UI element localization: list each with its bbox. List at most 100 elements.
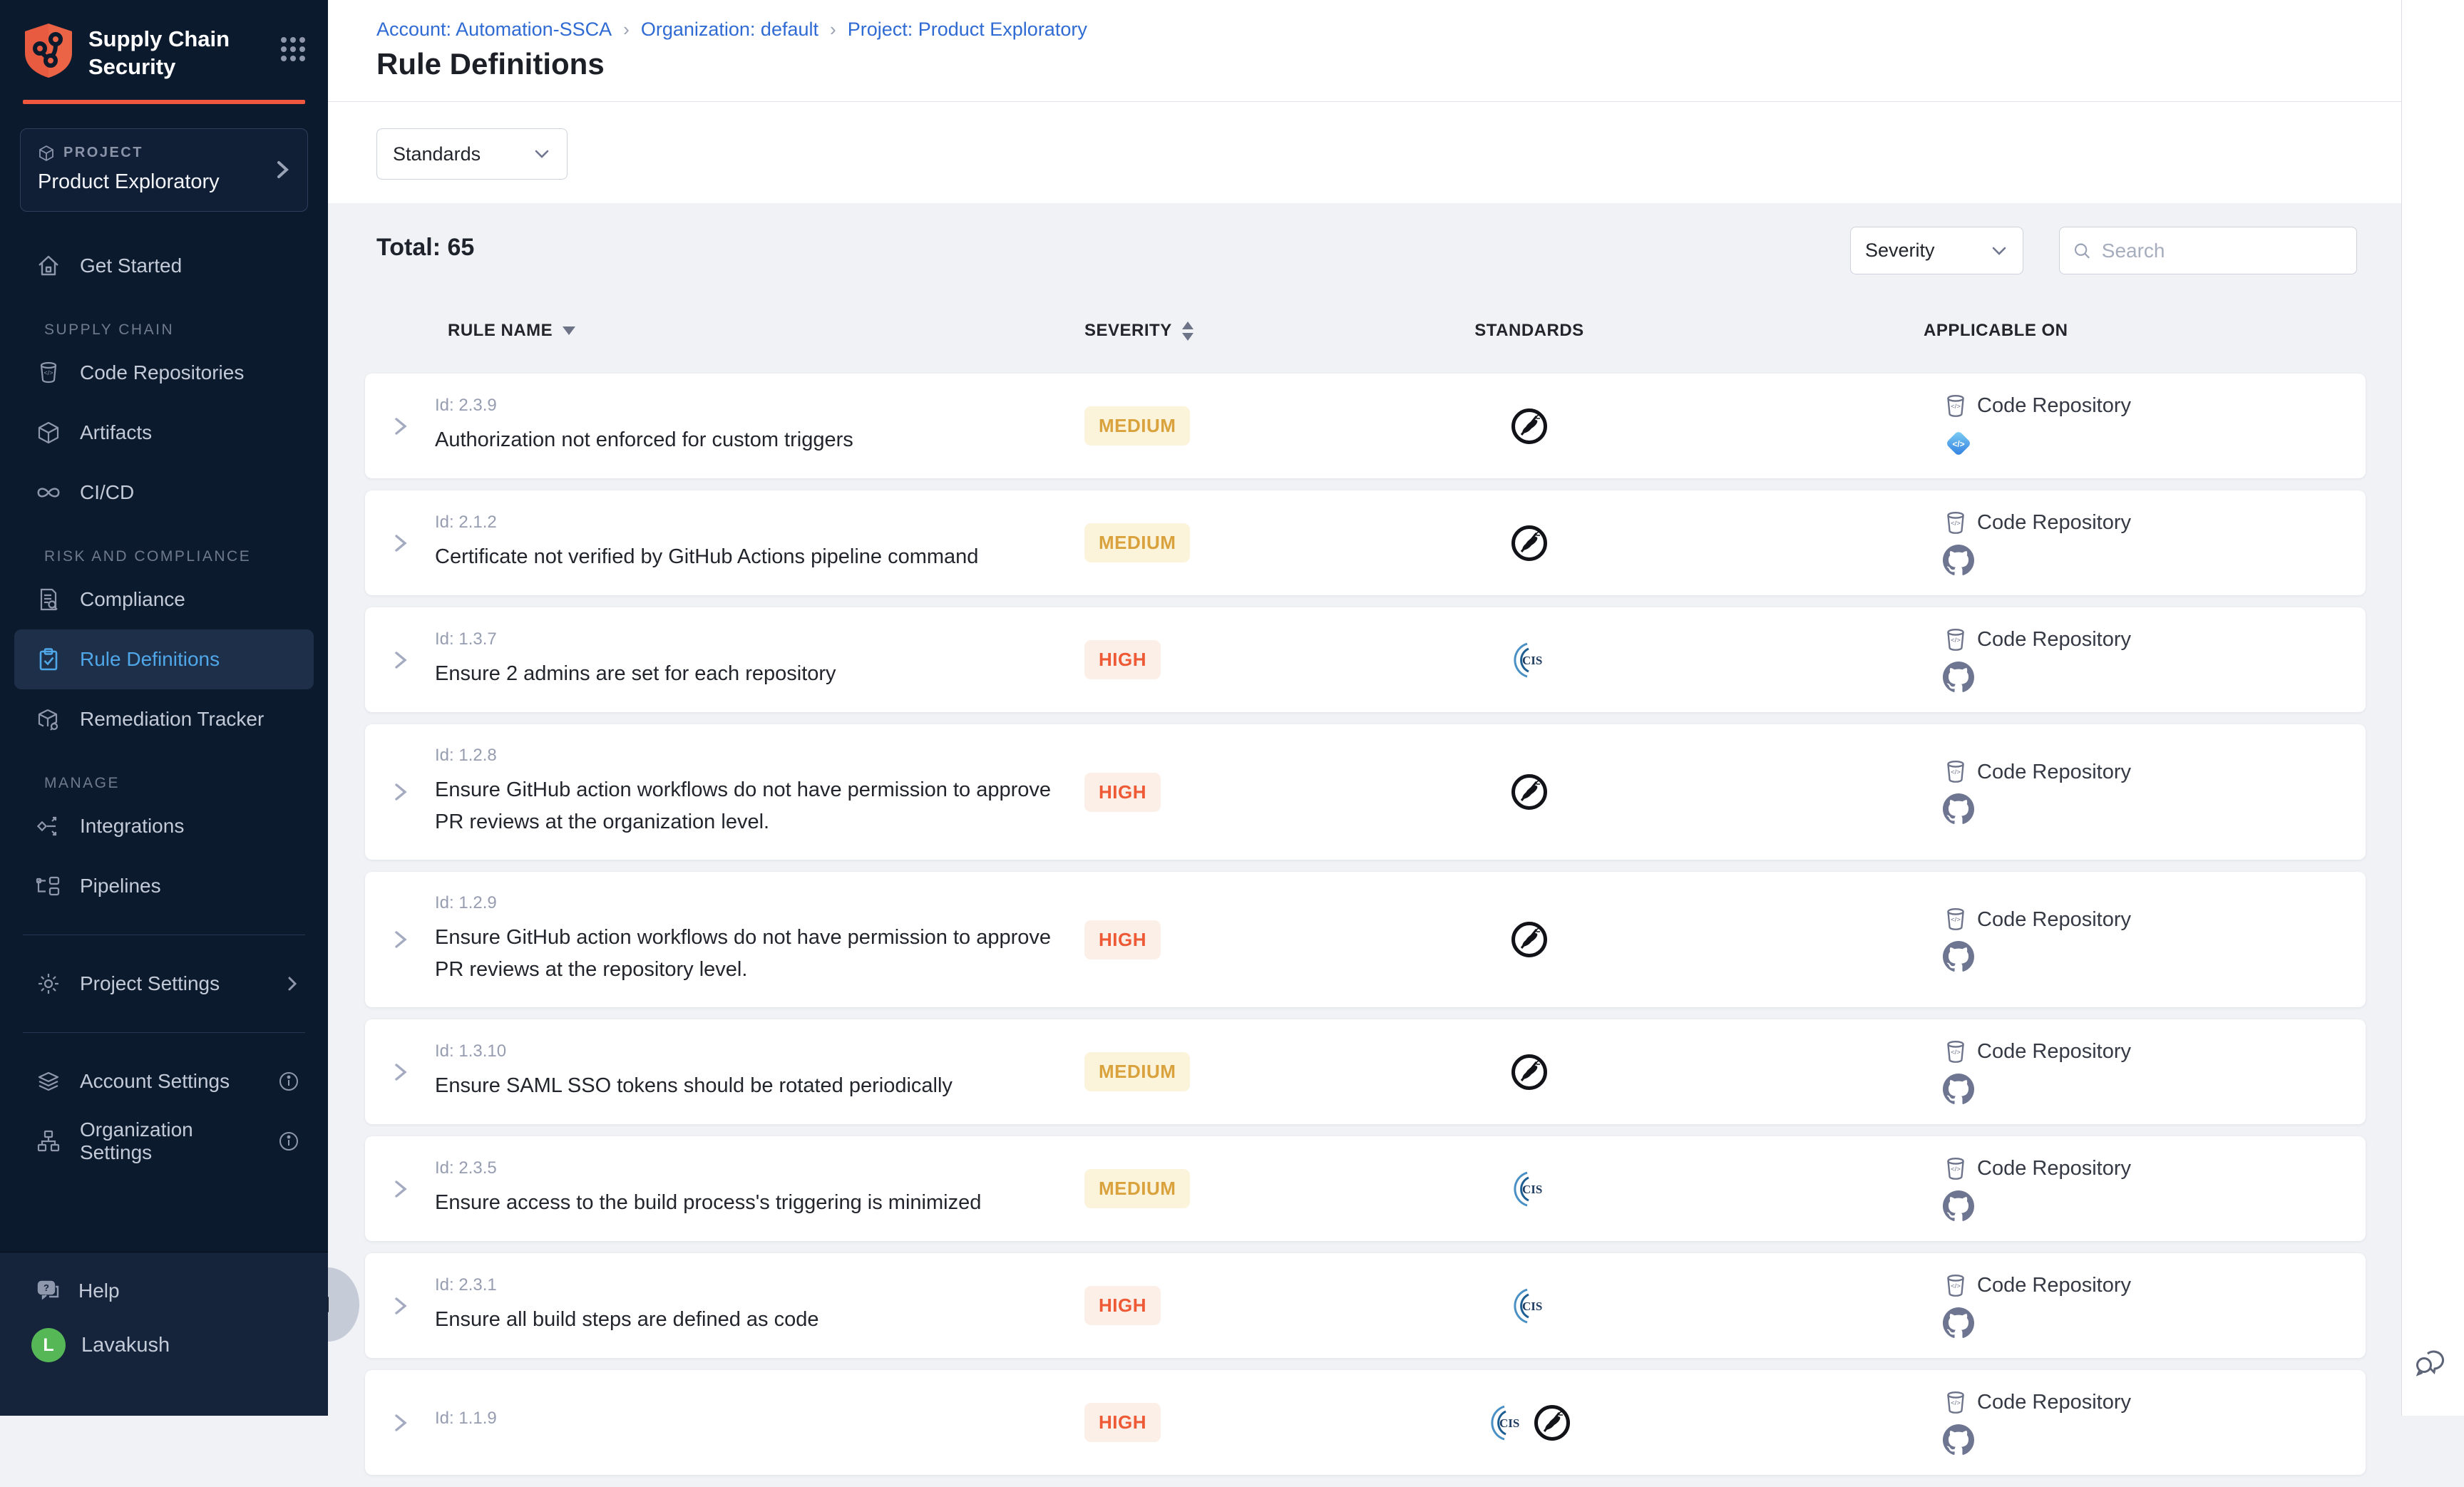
svg-text:</>: </> xyxy=(1951,1399,1961,1407)
sidebar-item-compliance[interactable]: Compliance xyxy=(0,570,328,629)
integrations-icon xyxy=(36,813,61,839)
standards-icons: CIS xyxy=(1385,1253,1674,1358)
app-grid-icon[interactable] xyxy=(278,34,308,64)
rule-id: Id: 2.3.9 xyxy=(435,396,1063,416)
sidebar-section-risk-compliance: RISK AND COMPLIANCE xyxy=(44,548,328,565)
row-expand-chevron[interactable] xyxy=(388,1411,412,1435)
svg-text:CIS: CIS xyxy=(1522,654,1542,667)
github-icon xyxy=(1943,545,1974,576)
table-row[interactable]: Id: 1.2.9 Ensure GitHub action workflows… xyxy=(365,872,2366,1007)
cis-standard-icon: CIS xyxy=(1510,1170,1549,1208)
clipboard-check-icon xyxy=(36,647,61,672)
table-row[interactable]: Id: 1.3.10 Ensure SAML SSO tokens should… xyxy=(365,1019,2366,1124)
chat-support-icon[interactable] xyxy=(2412,1342,2452,1381)
standards-icons: CIS xyxy=(1385,1370,1674,1475)
info-icon[interactable] xyxy=(278,1071,299,1092)
rule-name: Ensure access to the build process's tri… xyxy=(435,1187,1063,1219)
rule-id: Id: 2.3.1 xyxy=(435,1275,1063,1295)
code-repository-icon: </> xyxy=(1943,759,1968,785)
search-input[interactable] xyxy=(2102,240,2344,262)
sidebar-item-artifacts[interactable]: Artifacts xyxy=(0,403,328,463)
row-expand-chevron[interactable] xyxy=(388,927,412,952)
sidebar-item-remediation-tracker[interactable]: Remediation Tracker xyxy=(0,689,328,749)
remediation-box-icon xyxy=(36,706,61,732)
sidebar-item-organization-settings[interactable]: Organization Settings xyxy=(0,1111,328,1171)
help-button[interactable]: ? Help xyxy=(0,1252,328,1304)
table-row[interactable]: Id: 2.3.1 Ensure all build steps are def… xyxy=(365,1253,2366,1358)
breadcrumb-project[interactable]: Project: Product Exploratory xyxy=(848,19,1087,41)
severity-badge: HIGH xyxy=(1084,1403,1161,1442)
code-repository-icon: </> xyxy=(1943,1156,1968,1182)
svg-text:</>: </> xyxy=(1951,768,1961,776)
standards-icons xyxy=(1385,490,1674,595)
app-title: Supply Chain Security xyxy=(88,26,278,81)
severity-badge: HIGH xyxy=(1084,1286,1161,1325)
avatar: L xyxy=(31,1328,66,1362)
main-content: Account: Automation-SSCA › Organization:… xyxy=(328,0,2464,1416)
sidebar-item-pipelines[interactable]: Pipelines xyxy=(0,856,328,916)
code-repository-icon: </> xyxy=(1943,1390,1968,1416)
table-row[interactable]: Id: 1.2.8 Ensure GitHub action workflows… xyxy=(365,724,2366,860)
pipelines-icon xyxy=(36,873,61,899)
sidebar-item-account-settings[interactable]: Account Settings xyxy=(0,1051,328,1111)
row-expand-chevron[interactable] xyxy=(388,414,412,438)
sidebar-section-supply-chain: SUPPLY CHAIN xyxy=(44,321,328,339)
rule-name: Authorization not enforced for custom tr… xyxy=(435,424,1063,456)
harness-code-icon: </> xyxy=(1943,428,1974,459)
table-row[interactable]: Id: 2.3.5 Ensure access to the build pro… xyxy=(365,1136,2366,1241)
row-expand-chevron[interactable] xyxy=(388,648,412,672)
cis-standard-icon: CIS xyxy=(1510,1287,1549,1325)
rule-id: Id: 1.3.10 xyxy=(435,1041,1063,1061)
applicable-on-label: Code Repository xyxy=(1977,908,2131,932)
severity-badge: HIGH xyxy=(1084,920,1161,959)
sidebar-item-get-started[interactable]: Get Started xyxy=(0,236,328,296)
table-row[interactable]: Id: 1.1.9 HIGH CIS </> Code Repository xyxy=(365,1370,2366,1475)
table-row[interactable]: Id: 2.1.2 Certificate not verified by Gi… xyxy=(365,490,2366,595)
sidebar-item-project-settings[interactable]: Project Settings xyxy=(0,954,328,1014)
rule-name: Ensure all build steps are defined as co… xyxy=(435,1304,1063,1336)
github-icon xyxy=(1943,1307,1974,1339)
standards-icons: CIS xyxy=(1385,1136,1674,1241)
table-row[interactable]: Id: 2.3.9 Authorization not enforced for… xyxy=(365,374,2366,478)
sidebar-item-rule-definitions[interactable]: Rule Definitions xyxy=(14,629,314,689)
project-label: PROJECT xyxy=(63,145,143,161)
applicable-on-label: Code Repository xyxy=(1977,628,2131,652)
svg-text:?: ? xyxy=(43,1282,49,1293)
row-expand-chevron[interactable] xyxy=(388,531,412,555)
info-icon[interactable] xyxy=(278,1131,299,1152)
standards-icons xyxy=(1385,374,1674,478)
search-icon xyxy=(2073,240,2092,262)
project-name: Product Exploratory xyxy=(38,170,265,194)
row-expand-chevron[interactable] xyxy=(388,1060,412,1084)
sidebar-item-code-repositories[interactable]: </> Code Repositories xyxy=(0,343,328,403)
breadcrumb-account[interactable]: Account: Automation-SSCA xyxy=(376,19,612,41)
rules-list: Id: 2.3.9 Authorization not enforced for… xyxy=(365,374,2366,1487)
sidebar-item-integrations[interactable]: Integrations xyxy=(0,796,328,856)
user-menu[interactable]: L Lavakush xyxy=(0,1304,328,1362)
column-rule-name[interactable]: RULE NAME xyxy=(435,321,1084,341)
breadcrumb-organization[interactable]: Organization: default xyxy=(641,19,818,41)
svg-text:</>: </> xyxy=(1951,403,1961,411)
applicable-on-label: Code Repository xyxy=(1977,511,2131,535)
rule-id: Id: 1.2.9 xyxy=(435,893,1063,913)
rule-id: Id: 1.2.8 xyxy=(435,746,1063,766)
standards-icons xyxy=(1385,724,1674,860)
project-selector[interactable]: PROJECT Product Exploratory xyxy=(20,128,308,212)
table-header: RULE NAME SEVERITY STANDARDS APPLICABLE … xyxy=(365,321,2366,341)
sidebar-item-cicd[interactable]: CI/CD xyxy=(0,463,328,523)
severity-filter-dropdown[interactable]: Severity xyxy=(1850,227,2023,274)
table-row[interactable]: Id: 1.3.7 Ensure 2 admins are set for ea… xyxy=(365,607,2366,712)
github-icon xyxy=(1943,662,1974,693)
applicable-on-label: Code Repository xyxy=(1977,394,2131,418)
github-icon xyxy=(1943,1074,1974,1105)
sidebar: Supply Chain Security PROJECT Product Ex… xyxy=(0,0,328,1416)
breadcrumb: Account: Automation-SSCA › Organization:… xyxy=(376,19,1087,41)
row-expand-chevron[interactable] xyxy=(388,1294,412,1318)
column-severity[interactable]: SEVERITY xyxy=(1084,321,1385,341)
row-expand-chevron[interactable] xyxy=(388,1177,412,1201)
standards-filter-dropdown[interactable]: Standards xyxy=(376,128,568,180)
row-expand-chevron[interactable] xyxy=(388,780,412,804)
standards-icons xyxy=(1385,1019,1674,1124)
sort-desc-icon xyxy=(563,326,575,335)
severity-badge: MEDIUM xyxy=(1084,1169,1190,1208)
